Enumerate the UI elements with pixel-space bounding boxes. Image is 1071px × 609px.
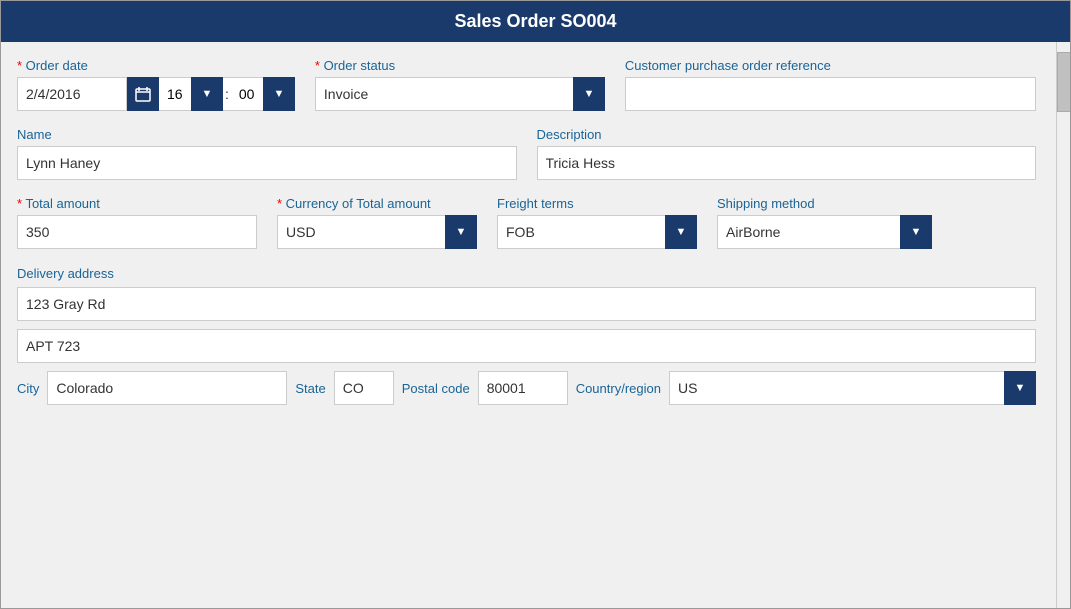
currency-select[interactable]: USD EUR GBP CAD: [277, 215, 477, 249]
total-amount-input[interactable]: [17, 215, 257, 249]
description-input[interactable]: [537, 146, 1037, 180]
order-date-group: Order date: [17, 58, 295, 111]
row-order-date-status: Order date: [17, 58, 1036, 111]
freight-label: Freight terms: [497, 196, 697, 211]
freight-group: Freight terms FOB CIF EXW DDP: [497, 196, 697, 249]
state-input[interactable]: [334, 371, 394, 405]
city-state-row: City State Postal code Country/region US…: [17, 371, 1036, 405]
customer-po-label: Customer purchase order reference: [625, 58, 1036, 73]
title-bar: Sales Order SO004: [1, 1, 1070, 42]
address-line2-input[interactable]: [17, 329, 1036, 363]
row-name-description: Name Description: [17, 127, 1036, 180]
currency-select-wrapper: USD EUR GBP CAD: [277, 215, 477, 249]
minute-select[interactable]: 00: [231, 77, 295, 111]
shipping-select-wrapper: AirBorne FedEx UPS DHL: [717, 215, 932, 249]
calendar-icon: [135, 86, 151, 102]
order-status-select-wrapper: Invoice Draft Confirmed Cancelled: [315, 77, 605, 111]
minute-wrapper: 00: [231, 77, 295, 111]
state-label: State: [295, 381, 325, 396]
order-date-label: Order date: [17, 58, 295, 73]
total-amount-group: Total amount: [17, 196, 257, 249]
shipping-label: Shipping method: [717, 196, 932, 211]
postal-input[interactable]: [478, 371, 568, 405]
shipping-group: Shipping method AirBorne FedEx UPS DHL: [717, 196, 932, 249]
shipping-select[interactable]: AirBorne FedEx UPS DHL: [717, 215, 932, 249]
customer-po-input[interactable]: [625, 77, 1036, 111]
calendar-button[interactable]: [127, 77, 159, 111]
hour-select[interactable]: 16: [159, 77, 223, 111]
country-select-wrapper: US CA GB AU: [669, 371, 1036, 405]
address-line2-group: [17, 329, 1036, 363]
name-input[interactable]: [17, 146, 517, 180]
freight-select[interactable]: FOB CIF EXW DDP: [497, 215, 697, 249]
currency-label: Currency of Total amount: [277, 196, 477, 211]
currency-group: Currency of Total amount USD EUR GBP CAD: [277, 196, 477, 249]
order-date-input[interactable]: [17, 77, 127, 111]
scrollbar-thumb[interactable]: [1057, 52, 1070, 112]
country-select[interactable]: US CA GB AU: [669, 371, 1036, 405]
address-line1-input[interactable]: [17, 287, 1036, 321]
city-input[interactable]: [47, 371, 287, 405]
city-label: City: [17, 381, 39, 396]
order-status-label: Order status: [315, 58, 605, 73]
delivery-section: Delivery address City State Postal code …: [17, 265, 1036, 405]
description-label: Description: [537, 127, 1037, 142]
name-label: Name: [17, 127, 517, 142]
address-line1-group: [17, 287, 1036, 321]
postal-label: Postal code: [402, 381, 470, 396]
order-status-group: Order status Invoice Draft Confirmed Can…: [315, 58, 605, 111]
order-status-select[interactable]: Invoice Draft Confirmed Cancelled: [315, 77, 605, 111]
date-input-group: 16 : 00: [17, 77, 295, 111]
time-colon: :: [223, 77, 231, 111]
scrollbar[interactable]: [1056, 42, 1070, 608]
total-amount-label: Total amount: [17, 196, 257, 211]
country-label: Country/region: [576, 381, 661, 396]
customer-po-group: Customer purchase order reference: [625, 58, 1036, 111]
window-title: Sales Order SO004: [454, 11, 616, 31]
form-content: Order date: [1, 42, 1056, 608]
freight-select-wrapper: FOB CIF EXW DDP: [497, 215, 697, 249]
row-amounts: Total amount Currency of Total amount US…: [17, 196, 1036, 249]
sales-order-window: Sales Order SO004 Order date: [0, 0, 1071, 609]
description-group: Description: [537, 127, 1037, 180]
delivery-label: Delivery address: [17, 266, 114, 281]
body-area: Order date: [1, 42, 1070, 608]
hour-wrapper: 16: [159, 77, 223, 111]
name-group: Name: [17, 127, 517, 180]
